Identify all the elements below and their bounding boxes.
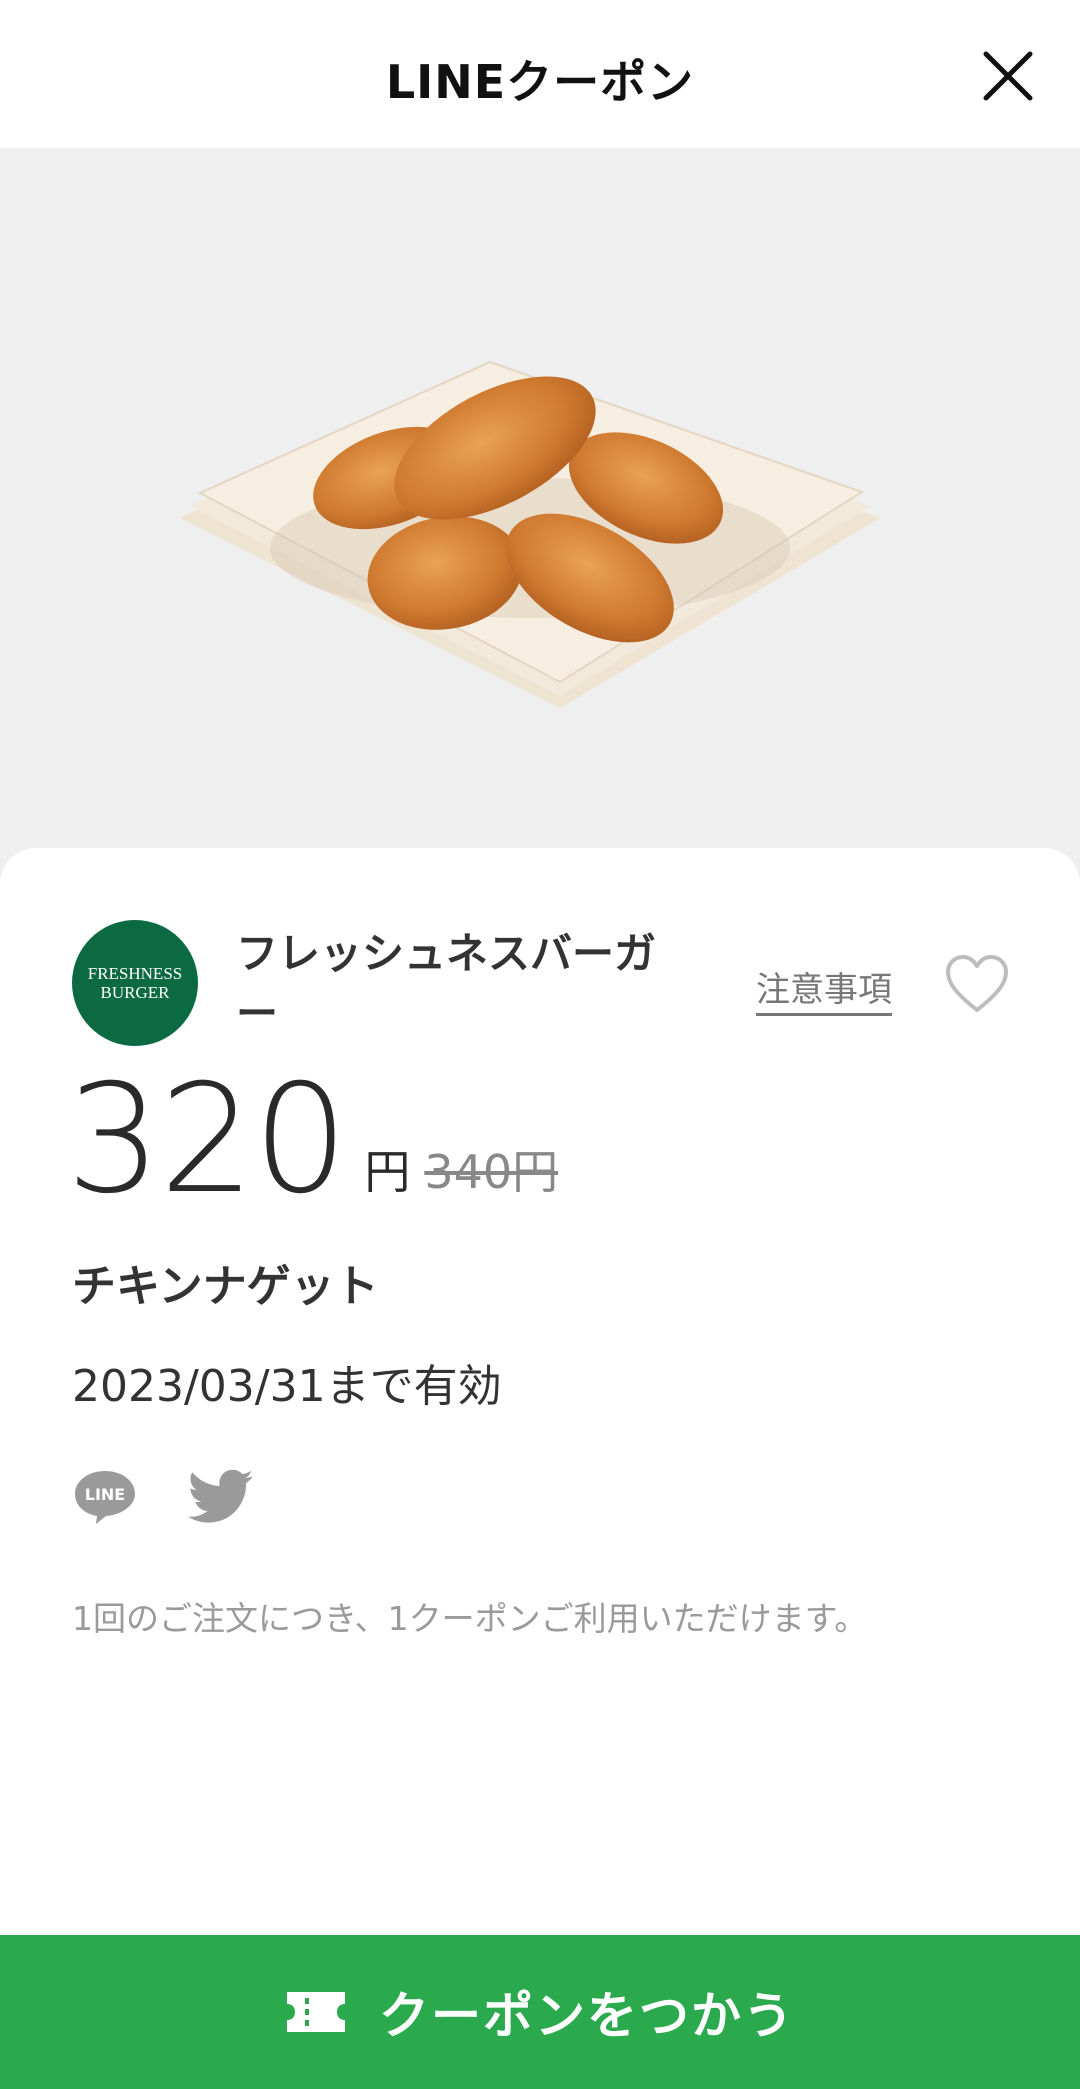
close-button[interactable] [978, 46, 1038, 106]
header-bar: LINEクーポン [0, 0, 1080, 148]
price-unit: 円 [364, 1145, 411, 1199]
price-block: 320 円 340円 [66, 1053, 559, 1227]
usage-note: 1回のご注文につき、1クーポンご利用いただけます。 [72, 1599, 868, 1638]
logo-text-line1: FRESHNESS [87, 964, 183, 983]
twitter-share-icon [188, 1469, 253, 1523]
line-share-label: LINE [85, 1485, 125, 1504]
close-icon [983, 51, 1033, 101]
hero-image [0, 148, 1080, 878]
use-coupon-label: クーポンをつかう [379, 1987, 795, 2045]
shop-name: フレッシュネスバーガー [236, 929, 657, 1038]
line-share-button[interactable]: LINE [72, 1468, 138, 1530]
original-price: 340円 [424, 1145, 559, 1199]
heart-icon [946, 955, 1008, 1012]
notes-link[interactable]: 注意事項 [756, 962, 892, 1016]
line-share-icon: LINE [75, 1471, 135, 1524]
logo-text-line2: BURGER [100, 983, 170, 1002]
ticket-icon [287, 1992, 345, 2032]
favorite-button[interactable] [944, 954, 1010, 1014]
nuggets-illustration [180, 360, 880, 708]
validity-date: 2023/03/31まで有効 [72, 1361, 502, 1412]
product-name: チキンナゲット [72, 1261, 379, 1312]
app-title: LINEクーポン [385, 55, 695, 109]
twitter-share-button[interactable] [188, 1468, 254, 1530]
shop-logo[interactable]: FRESHNESS BURGER [72, 920, 198, 1046]
price-value: 320 [66, 1053, 348, 1227]
coupon-card: FRESHNESS BURGER フレッシュネスバーガー 注意事項 320 円 … [0, 848, 1080, 2089]
use-coupon-button[interactable]: クーポンをつかう [0, 1935, 1080, 2089]
